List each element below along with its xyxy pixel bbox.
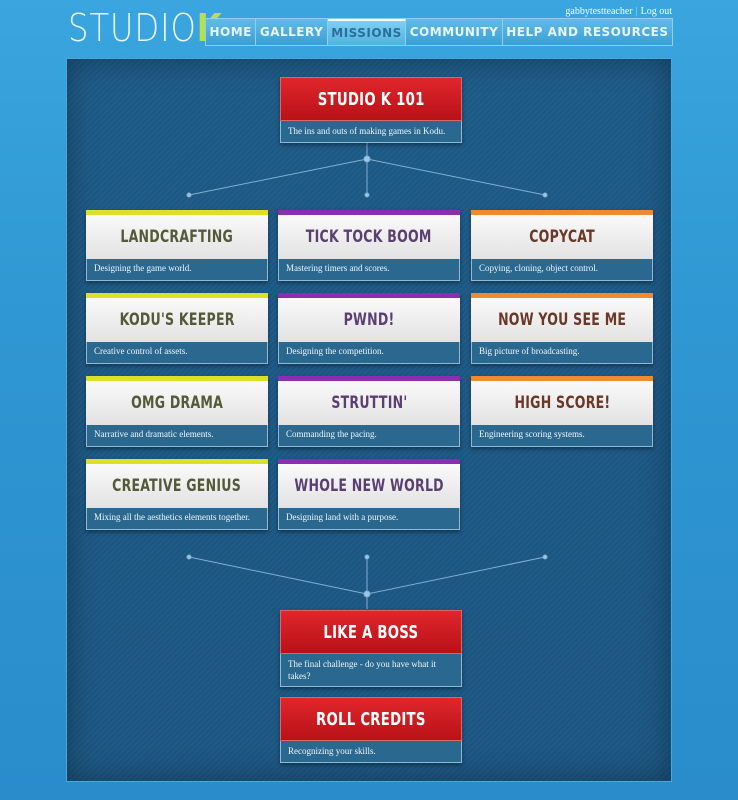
- mission-card-struttin[interactable]: STRUTTIN' Commanding the pacing.: [278, 376, 460, 447]
- mission-title-bar: HIGH SCORE!: [471, 376, 653, 425]
- mission-title-bar: TICK TOCK BOOM: [278, 210, 460, 259]
- mission-description: Commanding the pacing.: [278, 425, 460, 447]
- mission-card-pwnd[interactable]: PWND! Designing the competition.: [278, 293, 460, 364]
- mission-title: KODU'S KEEPER: [119, 310, 235, 330]
- mission-card-studio-k-101[interactable]: STUDIO K 101 The ins and outs of making …: [280, 77, 462, 143]
- nav-home[interactable]: HOME: [206, 19, 257, 45]
- mission-title-bar: WHOLE NEW WORLD: [278, 459, 460, 508]
- mission-title: COPYCAT: [529, 227, 595, 247]
- mission-card-now-you-see-me[interactable]: NOW YOU SEE ME Big picture of broadcasti…: [471, 293, 653, 364]
- mission-card-kodus-keeper[interactable]: KODU'S KEEPER Creative control of assets…: [86, 293, 268, 364]
- mission-title: PWND!: [343, 310, 395, 330]
- mission-description: Designing land with a purpose.: [278, 508, 460, 530]
- mission-title-bar: LANDCRAFTING: [86, 210, 268, 259]
- mission-title-bar: LIKE A BOSS: [280, 610, 462, 654]
- nav-missions[interactable]: MISSIONS: [327, 19, 407, 45]
- mission-card-like-a-boss[interactable]: LIKE A BOSS The final challenge - do you…: [280, 610, 462, 687]
- mission-card-landcrafting[interactable]: LANDCRAFTING Designing the game world.: [86, 210, 268, 281]
- username-link[interactable]: gabbytestteacher: [565, 6, 632, 17]
- mission-card-high-score[interactable]: HIGH SCORE! Engineering scoring systems.: [471, 376, 653, 447]
- studio-k-logo[interactable]: STUDIOK: [68, 6, 223, 50]
- mission-title: HIGH SCORE!: [514, 393, 610, 413]
- mission-card-creative-genius[interactable]: CREATIVE GENIUS Mixing all the aesthetic…: [86, 459, 268, 530]
- mission-title: LANDCRAFTING: [120, 227, 234, 247]
- mission-description: Recognizing your skills.: [280, 741, 462, 763]
- mission-title-bar: OMG DRAMA: [86, 376, 268, 425]
- mission-description: Mastering timers and scores.: [278, 259, 460, 281]
- mission-title-bar: STUDIO K 101: [280, 77, 462, 121]
- user-bar: gabbytestteacher | Log out: [565, 6, 672, 17]
- mission-card-tick-tock-boom[interactable]: TICK TOCK BOOM Mastering timers and scor…: [278, 210, 460, 281]
- missions-panel: STUDIO K 101 The ins and outs of making …: [66, 58, 672, 782]
- mission-card-omg-drama[interactable]: OMG DRAMA Narrative and dramatic element…: [86, 376, 268, 447]
- mission-title-bar: PWND!: [278, 293, 460, 342]
- logout-link[interactable]: Log out: [641, 6, 672, 17]
- mission-card-roll-credits[interactable]: ROLL CREDITS Recognizing your skills.: [280, 697, 462, 763]
- mission-title: NOW YOU SEE ME: [497, 310, 627, 330]
- mission-title-bar: COPYCAT: [471, 210, 653, 259]
- mission-description: Creative control of assets.: [86, 342, 268, 364]
- mission-title: ROLL CREDITS: [316, 708, 426, 730]
- user-bar-separator: |: [635, 6, 638, 17]
- mission-title: STUDIO K 101: [317, 88, 425, 110]
- mission-description: Copying, cloning, object control.: [471, 259, 653, 281]
- mission-title-bar: STRUTTIN': [278, 376, 460, 425]
- mission-title: OMG DRAMA: [131, 393, 223, 413]
- mission-title: CREATIVE GENIUS: [112, 476, 242, 496]
- mission-description: Big picture of broadcasting.: [471, 342, 653, 364]
- mission-title: LIKE A BOSS: [323, 621, 419, 643]
- nav-community[interactable]: COMMUNITY: [406, 19, 503, 45]
- mission-title-bar: NOW YOU SEE ME: [471, 293, 653, 342]
- mission-description: Narrative and dramatic elements.: [86, 425, 268, 447]
- mission-title-bar: CREATIVE GENIUS: [86, 459, 268, 508]
- mission-title: STRUTTIN': [330, 393, 408, 413]
- nav-gallery[interactable]: GALLERY: [256, 19, 328, 45]
- mission-description: The final challenge - do you have what i…: [280, 654, 462, 687]
- mission-title-bar: KODU'S KEEPER: [86, 293, 268, 342]
- mission-card-copycat[interactable]: COPYCAT Copying, cloning, object control…: [471, 210, 653, 281]
- mission-title-bar: ROLL CREDITS: [280, 697, 462, 741]
- mission-description: The ins and outs of making games in Kodu…: [280, 121, 462, 143]
- mission-description: Mixing all the aesthetics elements toget…: [86, 508, 268, 530]
- mission-description: Designing the competition.: [278, 342, 460, 364]
- logo-text: STUDIO: [68, 6, 197, 50]
- nav-help-and-resources[interactable]: HELP AND RESOURCES: [503, 19, 672, 45]
- main-nav: HOME GALLERY MISSIONS COMMUNITY HELP AND…: [205, 18, 673, 46]
- mission-title: WHOLE NEW WORLD: [294, 476, 444, 496]
- mission-description: Engineering scoring systems.: [471, 425, 653, 447]
- mission-card-whole-new-world[interactable]: WHOLE NEW WORLD Designing land with a pu…: [278, 459, 460, 530]
- mission-description: Designing the game world.: [86, 259, 268, 281]
- mission-title: TICK TOCK BOOM: [306, 227, 432, 247]
